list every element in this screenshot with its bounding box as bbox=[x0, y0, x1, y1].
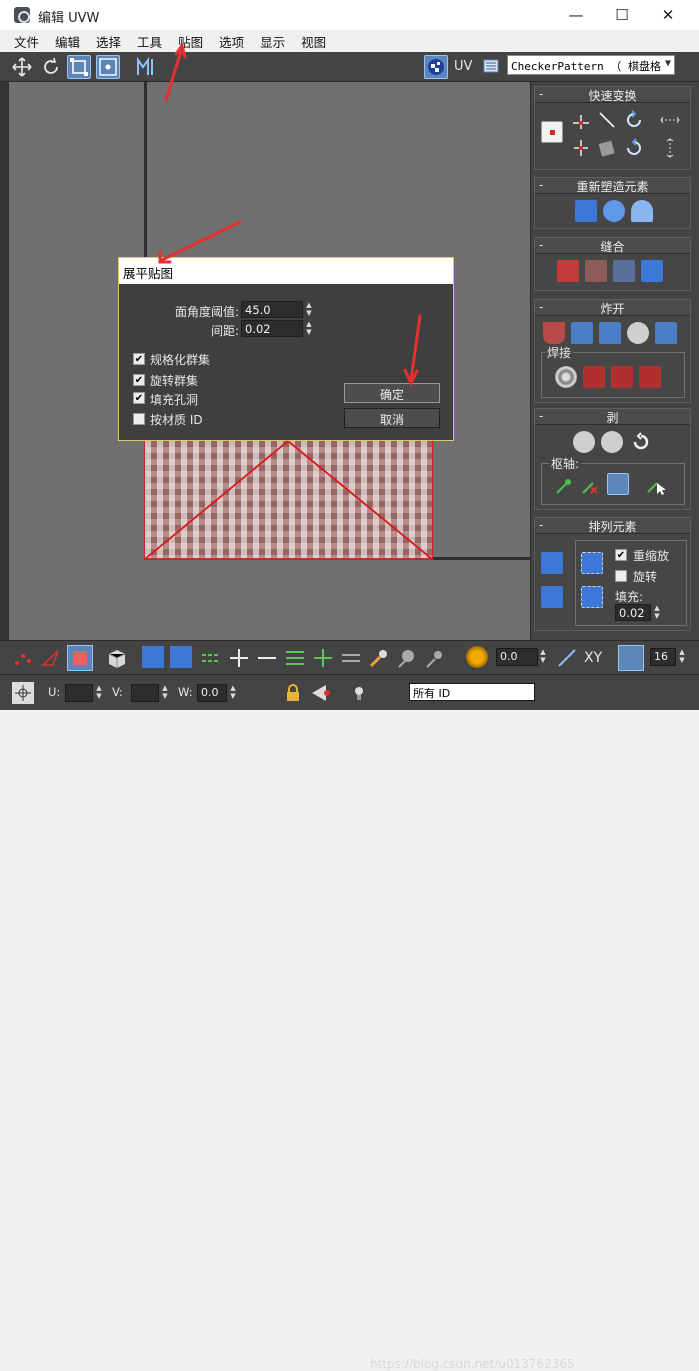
annotation-arrows bbox=[158, 42, 422, 387]
watermark: https://blog.csdn.net/u013762365 bbox=[370, 1357, 575, 1371]
